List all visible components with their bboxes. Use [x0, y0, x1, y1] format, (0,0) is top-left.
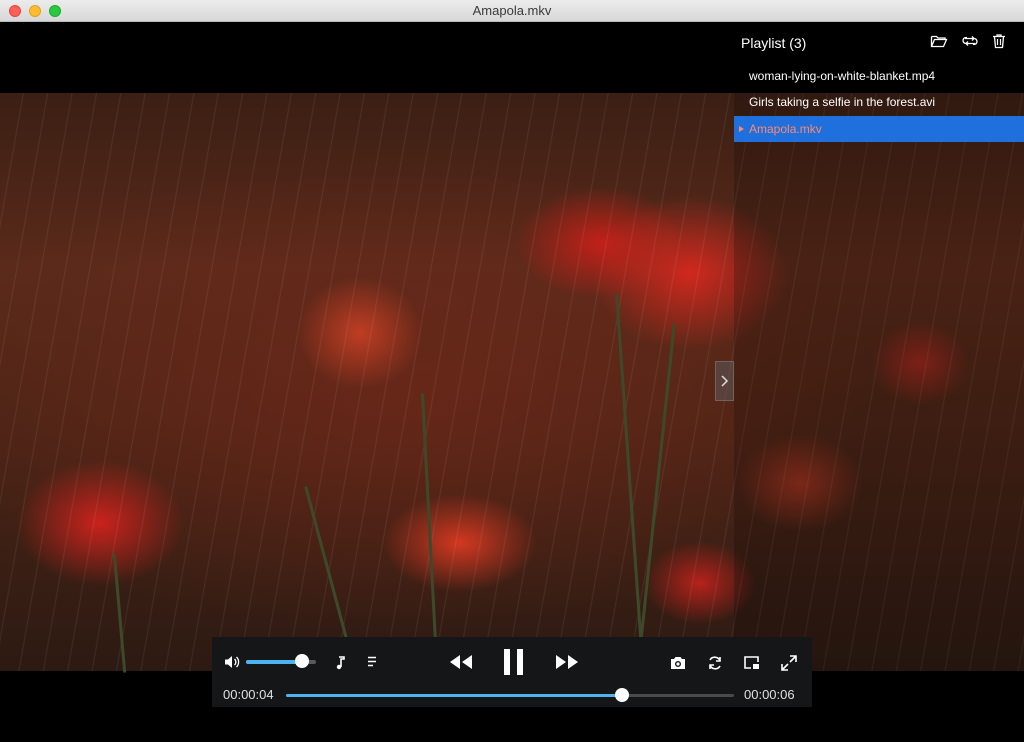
subtitles-icon[interactable]: [363, 652, 381, 672]
loop-icon[interactable]: [961, 32, 979, 50]
playlist-item-label: Girls taking a selfie in the forest.avi: [749, 95, 936, 109]
playlist-item[interactable]: woman-lying-on-white-blanket.mp4: [734, 63, 1024, 89]
volume-slider-handle[interactable]: [295, 654, 309, 668]
playlist-item-label: woman-lying-on-white-blanket.mp4: [749, 69, 936, 83]
repeat-icon[interactable]: [705, 653, 725, 673]
picture-in-picture-icon[interactable]: [742, 653, 762, 673]
volume-slider-fill: [246, 660, 302, 664]
progress-bar-fill: [286, 694, 622, 697]
window-title: Amapola.mkv: [472, 3, 552, 18]
progress-bar-handle[interactable]: [615, 688, 629, 702]
control-bar: 00:00:04 00:00:06: [212, 637, 812, 707]
playlist-collapse-button[interactable]: [715, 361, 734, 401]
rewind-icon[interactable]: [448, 650, 474, 674]
fullscreen-icon[interactable]: [779, 653, 799, 673]
music-note-icon[interactable]: [332, 652, 350, 672]
playlist-item-label: Amapola.mkv: [749, 122, 822, 136]
folder-open-icon[interactable]: [930, 32, 948, 50]
playlist-item-active[interactable]: Amapola.mkv: [734, 116, 1024, 142]
playlist-panel: Playlist (3) woman-lying-on-white-blanke…: [734, 22, 1024, 742]
playlist-item[interactable]: Girls taking a selfie in the forest.avi: [734, 89, 1024, 115]
now-playing-icon: [739, 126, 744, 132]
progress-bar[interactable]: [286, 694, 734, 697]
volume-icon[interactable]: [222, 652, 242, 672]
playlist-title: Playlist (3): [741, 35, 807, 51]
trash-icon[interactable]: [990, 32, 1008, 50]
fast-forward-icon[interactable]: [554, 650, 580, 674]
total-time: 00:00:06: [744, 687, 795, 702]
pause-icon[interactable]: [501, 645, 527, 679]
title-bar: Amapola.mkv: [0, 0, 1024, 22]
screenshot-camera-icon[interactable]: [668, 653, 688, 673]
current-time: 00:00:04: [223, 687, 274, 702]
chevron-right-icon: [721, 375, 729, 387]
video-area[interactable]: Playlist (3) woman-lying-on-white-blanke…: [0, 22, 1024, 742]
